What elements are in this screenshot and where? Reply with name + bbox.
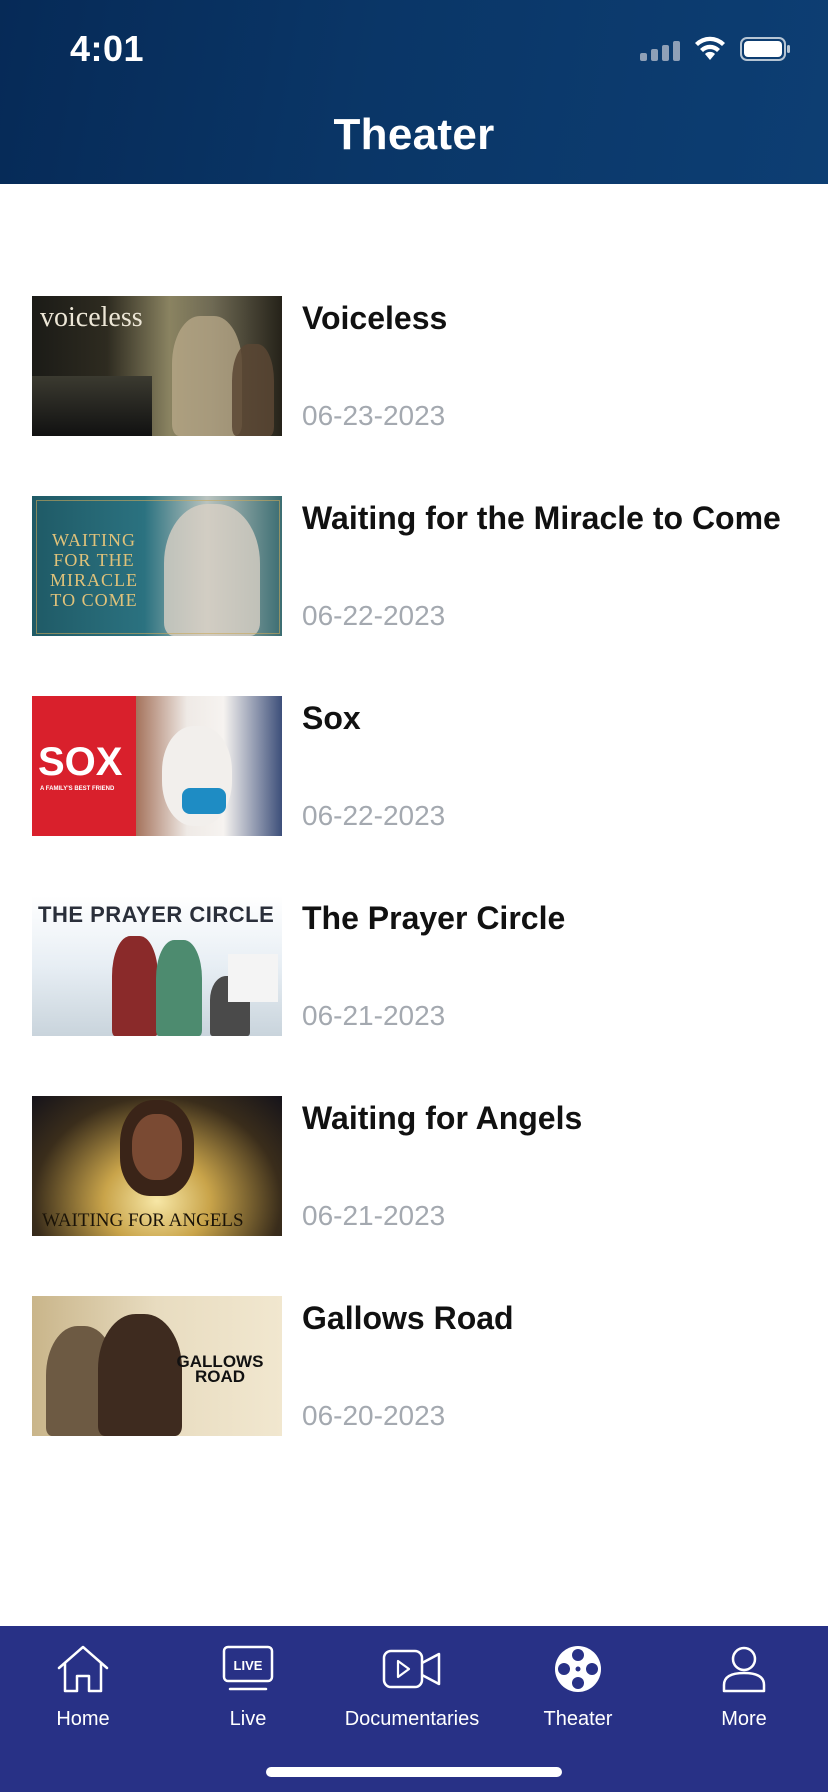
movie-title: Gallows Road [302,1300,514,1336]
home-icon [57,1645,109,1693]
film-reel-icon [555,1646,601,1692]
movie-thumbnail[interactable]: WAITING FOR THE MIRACLE TO COME [32,496,282,636]
thumbnail-title-text: SOX [38,740,123,784]
movie-title: Voiceless [302,300,448,336]
list-item[interactable]: WAITING FOR ANGELS Waiting for Angels 06… [0,1096,828,1236]
movie-thumbnail[interactable]: THE PRAYER CIRCLE [32,896,282,1036]
live-badge-text: LIVE [234,1658,263,1673]
thumbnail-title-text: voiceless [40,302,143,333]
tab-home[interactable]: Home [13,1640,153,1731]
video-camera-icon [382,1649,441,1689]
movie-date: 06-22-2023 [302,600,446,631]
list-item[interactable]: GALLOWS ROAD Gallows Road 06-20-2023 [0,1296,828,1436]
tab-label: Live [229,1708,267,1730]
movie-title: The Prayer Circle [302,900,566,936]
app-header: 4:01 Theater [0,0,828,184]
list-item[interactable]: THE PRAYER CIRCLE The Prayer Circle 06-2… [0,896,828,1036]
list-item[interactable]: WAITING FOR THE MIRACLE TO COME Waiting … [0,496,828,636]
live-tv-icon: LIVE [222,1645,274,1691]
movie-date: 06-21-2023 [302,1200,446,1231]
tab-documentaries[interactable]: Documentaries [342,1640,482,1731]
movie-thumbnail[interactable]: SOX A FAMILY'S BEST FRIEND [32,696,282,836]
tab-more[interactable]: More [674,1640,814,1731]
tab-theater[interactable]: Theater [508,1640,648,1731]
home-indicator[interactable] [266,1767,562,1777]
movie-thumbnail[interactable]: WAITING FOR ANGELS [32,1096,282,1236]
thumbnail-title-text: WAITING FOR ANGELS [42,1210,244,1231]
thumbnail-subtitle-text: A FAMILY'S BEST FRIEND [40,786,115,792]
movie-title: Waiting for the Miracle to Come [302,500,781,536]
battery-icon [740,37,790,61]
tab-label: Theater [543,1708,613,1730]
tab-live[interactable]: LIVE Live [178,1640,318,1731]
thumbnail-title-text: THE PRAYER CIRCLE [38,902,275,927]
movie-title: Sox [302,700,361,736]
movie-date: 06-22-2023 [302,800,446,831]
tab-label: Home [56,1708,110,1730]
movie-thumbnail[interactable]: GALLOWS ROAD [32,1296,282,1436]
list-item[interactable]: voiceless Voiceless 06-23-2023 [0,296,828,436]
movie-date: 06-20-2023 [302,1400,446,1431]
thumbnail-title-text: GALLOWS ROAD [176,1352,264,1386]
user-icon [722,1646,766,1693]
wifi-icon [695,36,725,60]
status-icons [640,34,792,64]
thumbnail-title-text: WAITING FOR THE MIRACLE TO COME [50,530,138,610]
cellular-signal-icon [640,37,680,61]
movie-title: Waiting for Angels [302,1100,583,1136]
movie-thumbnail[interactable]: voiceless [32,296,282,436]
status-time: 4:01 [70,28,145,69]
page-title: Theater [333,110,495,159]
movie-date: 06-21-2023 [302,1000,446,1031]
tab-label: Documentaries [344,1708,480,1730]
list-item[interactable]: SOX A FAMILY'S BEST FRIEND Sox 06-22-202… [0,696,828,836]
movie-date: 06-23-2023 [302,400,446,431]
tab-label: More [721,1708,767,1730]
